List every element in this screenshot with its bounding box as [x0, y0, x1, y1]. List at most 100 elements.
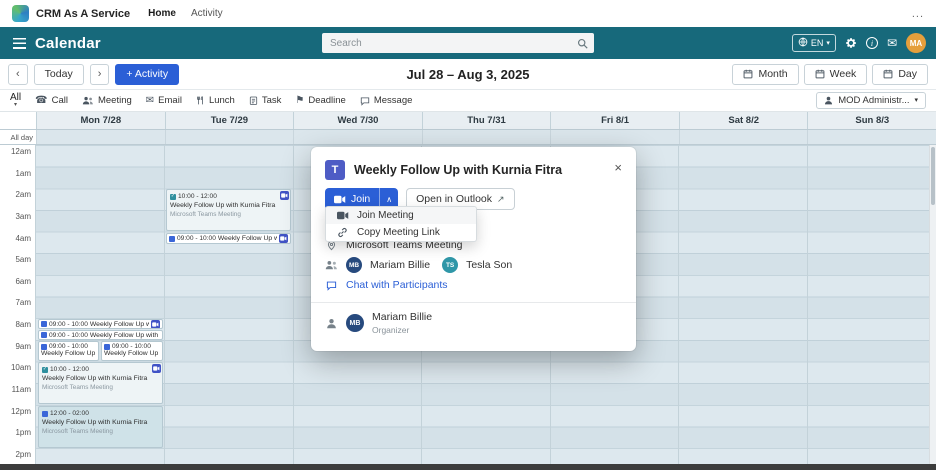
attendee-avatar[interactable]: MB [346, 257, 362, 273]
search-icon[interactable] [577, 38, 588, 49]
filter-meeting[interactable]: Meeting [82, 95, 132, 106]
open-outlook-label: Open in Outlook [416, 193, 493, 205]
join-button-label: Join [351, 193, 371, 205]
attendee-name: Mariam Billie [370, 259, 431, 271]
chat-with-participants-link[interactable]: Chat with Participants [346, 279, 448, 291]
day-header-mon: Mon 7/28 [36, 112, 165, 129]
filter-all[interactable]: All ▾ [10, 92, 22, 109]
column-line [807, 145, 808, 470]
globe-icon [798, 37, 808, 49]
allday-cell[interactable] [164, 130, 294, 144]
app-logo [12, 5, 29, 22]
more-menu-icon[interactable]: ... [912, 8, 924, 20]
info-glyph: i [870, 38, 874, 48]
column-line [678, 145, 679, 470]
event-time: 09:00 - 10:00 [112, 343, 151, 350]
view-switcher: Month Week Day [732, 63, 928, 85]
column-line [293, 145, 294, 470]
time-label: 11am [11, 385, 31, 394]
all-day-row[interactable]: All day [0, 130, 936, 145]
view-week-button[interactable]: Week [803, 63, 868, 85]
add-activity-button[interactable]: + Activity [115, 63, 180, 85]
nav-home[interactable]: Home [148, 8, 176, 19]
day-header-wed: Wed 7/30 [293, 112, 422, 129]
day-header-sun: Sun 8/3 [807, 112, 936, 129]
today-button[interactable]: Today [33, 63, 84, 85]
calendar-event[interactable]: 09:00 - 10:00 Weekly Follow Up with [101, 341, 163, 361]
filter-lunch[interactable]: Lunch [196, 95, 235, 106]
modal-divider [311, 302, 636, 303]
teams-badge-icon [279, 234, 288, 243]
close-icon[interactable]: × [614, 160, 622, 176]
task-icon [249, 96, 258, 105]
organizer-row: MB Mariam Billie Organizer [311, 308, 636, 339]
filter-message[interactable]: Message [360, 95, 412, 106]
time-label: 1am [15, 169, 31, 178]
filter-all-label: All [10, 92, 22, 103]
calendar-event[interactable]: 09:00 - 10:00 Weekly Follow Up with Kurn [38, 319, 163, 329]
attendees-icon [325, 260, 338, 270]
filter-call[interactable]: ☎ Call [35, 95, 68, 106]
settings-gear-icon[interactable] [845, 37, 857, 49]
organizer-person-icon [325, 318, 338, 329]
day-header-row: Mon 7/28 Tue 7/29 Wed 7/30 Thu 7/31 Fri … [0, 112, 936, 130]
event-time: 12:00 - 02:00 [50, 410, 89, 417]
next-week-button[interactable]: › [89, 63, 110, 85]
prev-week-button[interactable]: ‹ [8, 63, 28, 85]
menu-item-copy-meeting-link[interactable]: Copy Meeting Link [326, 224, 476, 241]
calendar-event[interactable]: 09:00 - 10:00 Weekly Follow Up with [38, 341, 99, 361]
attendee-avatar[interactable]: TS [442, 257, 459, 273]
calendar-event[interactable]: ✓ 10:00 - 12:00 Weekly Follow Up with Kur… [38, 362, 163, 404]
scrollbar-thumb[interactable] [931, 147, 935, 205]
day-header-tue: Tue 7/29 [164, 112, 294, 129]
time-label: 8am [15, 320, 31, 329]
organizer-role: Organizer [372, 324, 410, 335]
event-time: 09:00 - 10:00 [49, 331, 88, 339]
event-type-icon [104, 343, 110, 350]
mail-icon[interactable]: ✉ [887, 36, 897, 50]
allday-cell[interactable] [550, 130, 679, 144]
vertical-scrollbar[interactable] [929, 145, 936, 470]
menu-item-join-meeting[interactable]: Join Meeting [326, 207, 476, 224]
owner-filter[interactable]: MOD Administr... ▾ [816, 92, 926, 109]
flag-icon: ⚑ [295, 94, 305, 106]
language-label: EN [810, 38, 824, 48]
allday-cell[interactable] [678, 130, 808, 144]
calendar-event[interactable]: 09:00 - 10:00 Weekly Follow Up with Kurn… [38, 330, 163, 340]
page-title: Calendar [35, 34, 101, 52]
allday-cell[interactable] [807, 130, 936, 144]
event-title: Weekly Follow Up with Kurnia Fitra [42, 419, 148, 427]
organizer-avatar[interactable]: MB [346, 314, 364, 333]
calendar-event[interactable]: 09:00 - 10:00 Weekly Follow Up with Kurn [166, 233, 291, 244]
filter-task[interactable]: Task [249, 95, 281, 106]
view-month-button[interactable]: Month [732, 63, 799, 85]
people-icon [82, 96, 94, 105]
nav-activity[interactable]: Activity [191, 8, 223, 19]
menu-icon[interactable] [13, 37, 26, 49]
allday-cell[interactable] [293, 130, 422, 144]
time-label: 4am [15, 234, 31, 243]
chat-icon [325, 280, 338, 291]
view-day-button[interactable]: Day [872, 63, 928, 85]
user-avatar[interactable]: MA [906, 33, 926, 53]
calendar-toolbar: ‹ Today › + Activity Jul 28 – Aug 3, 202… [0, 59, 936, 90]
day-header-thu: Thu 7/31 [421, 112, 551, 129]
join-dropdown-menu: Join Meeting Copy Meeting Link [325, 206, 477, 242]
bottom-scrollbar[interactable] [0, 464, 936, 470]
chat-row: Chat with Participants [311, 276, 636, 294]
allday-cell[interactable] [421, 130, 551, 144]
language-selector[interactable]: EN ▾ [791, 34, 836, 52]
top-nav: Home Activity [148, 8, 222, 19]
allday-cell[interactable] [36, 130, 165, 144]
info-icon[interactable]: i [865, 37, 878, 49]
filter-email[interactable]: ✉ Email [146, 95, 182, 106]
filter-deadline[interactable]: ⚑ Deadline [295, 95, 345, 106]
calendar-event[interactable]: ✓ 10:00 - 12:00 Weekly Follow Up with Kur… [166, 189, 291, 231]
chevron-down-icon: ▾ [914, 97, 918, 104]
camera-icon [334, 195, 346, 203]
event-subtitle: Microsoft Teams Meeting [42, 383, 113, 391]
time-label: 5am [15, 255, 31, 264]
calendar-event[interactable]: 12:00 - 02:00 Weekly Follow Up with Kurn… [38, 406, 163, 448]
search-input[interactable] [322, 37, 577, 49]
event-time: 09:00 - 10:00 [177, 235, 216, 242]
